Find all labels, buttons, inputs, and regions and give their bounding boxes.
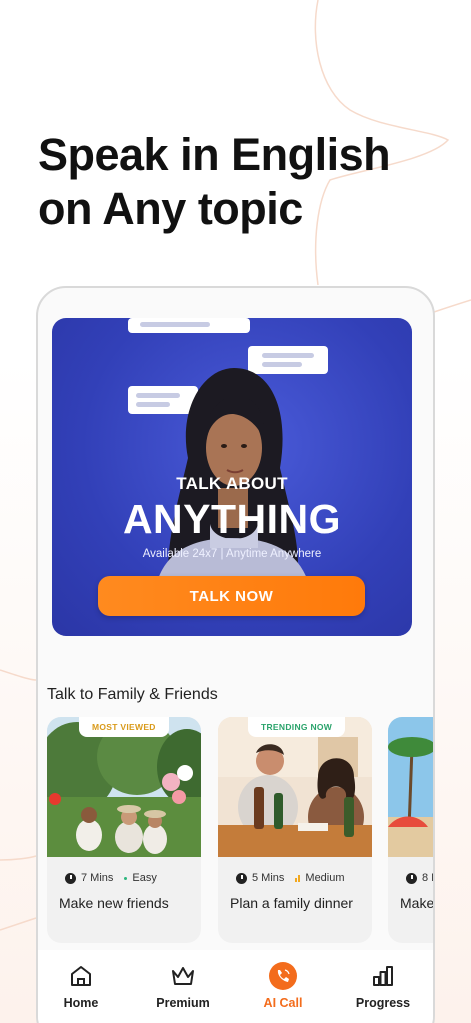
nav-label: Premium [156,996,210,1010]
phone-mockup: TALK ABOUT ANYTHING Available 24x7 | Any… [36,286,435,1023]
card-title: Make new friends [59,895,169,911]
bar-chart-icon [373,966,393,986]
clock-icon [406,872,417,884]
card-image-friends [47,717,201,857]
card-tag: TRENDING NOW [248,717,346,737]
headline: Speak in English on Any topic [38,128,391,236]
card-level: Easy [132,872,157,884]
clock-icon [65,872,76,884]
home-icon [71,966,91,986]
card-level: Medium [305,872,345,884]
card-image-family-dinner [218,717,372,857]
nav-home[interactable]: Home [41,962,121,1010]
green-dot-icon [124,876,128,880]
card-image-beach [388,717,433,857]
card-duration: 8 M [422,872,433,884]
crown-icon [172,967,194,985]
card-title: Plan a family dinner [230,895,353,911]
phone-icon [269,962,297,990]
topic-card[interactable]: 8 M Make [388,717,435,943]
clock-icon [236,872,247,884]
nav-label: AI Call [263,996,303,1010]
nav-progress[interactable]: Progress [343,962,423,1010]
hero-banner[interactable]: TALK ABOUT ANYTHING Available 24x7 | Any… [52,318,412,636]
card-duration: 5 Mins [252,872,285,884]
card-meta: 8 M [406,872,433,884]
nav-label: Progress [355,996,411,1010]
chat-bubble [128,318,250,333]
nav-premium[interactable]: Premium [143,962,223,1010]
hero-subtitle: Available 24x7 | Anytime Anywhere [142,548,322,560]
card-title: Make [400,895,435,911]
topic-card[interactable]: MOST VIEWED 7 Mins Easy Make new friends [47,717,201,943]
bars-icon [295,874,301,882]
hero-title: ANYTHING [122,496,342,542]
bottom-nav: Home Premium AI Call Progress [38,950,433,1023]
headline-line-1: Speak in English [38,129,391,180]
section-title: Talk to Family & Friends [47,686,218,703]
nav-ai-call[interactable]: AI Call [243,962,323,1010]
card-duration: 7 Mins [81,872,114,884]
card-tag: MOST VIEWED [79,717,169,737]
talk-now-button[interactable]: TALK NOW [98,576,365,616]
card-meta: 7 Mins Easy [65,872,157,884]
hero-kicker: TALK ABOUT [176,474,288,493]
card-meta: 5 Mins Medium [236,872,345,884]
host-portrait [154,368,312,598]
nav-label: Home [63,996,99,1010]
topic-card[interactable]: TRENDING NOW 5 Mins Medium Plan a family… [218,717,372,943]
headline-line-2: on Any topic [38,183,303,234]
